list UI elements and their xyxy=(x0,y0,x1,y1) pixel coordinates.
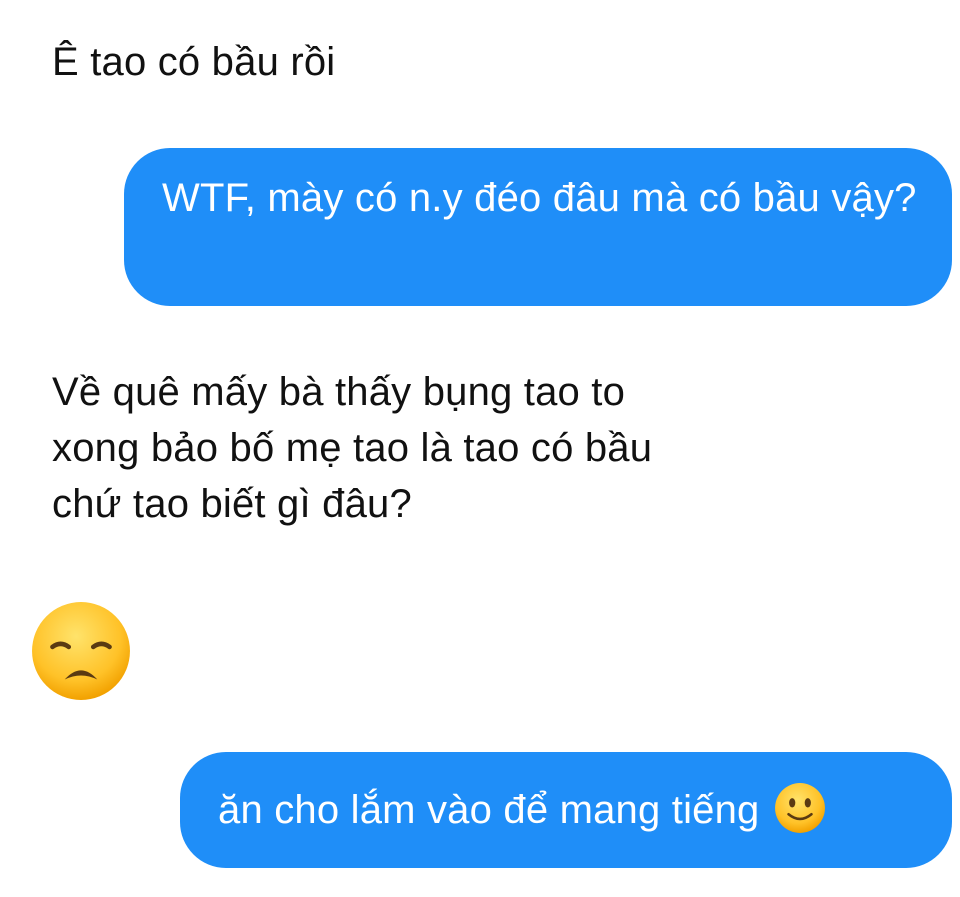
message-text: Ê tao có bầu rồi xyxy=(52,40,336,84)
outgoing-message-bubble[interactable]: WTF, mày có n.y đéo đâu mà có bầu vậy? xyxy=(124,148,952,306)
chat-thread: Ê tao có bầu rồi WTF, mày có n.y đéo đâu… xyxy=(0,0,960,897)
disappointed-face-icon xyxy=(30,600,132,702)
slightly-smiling-face-icon xyxy=(774,782,826,834)
message-text: ăn cho lắm vào để mang tiếng xyxy=(218,788,760,832)
incoming-message: Về quê mấy bà thấy bụng tao to xong bảo … xyxy=(52,364,812,532)
message-text: Về quê mấy bà thấy bụng tao to xong bảo … xyxy=(52,370,653,526)
outgoing-message-bubble[interactable]: ăn cho lắm vào để mang tiếng xyxy=(180,752,952,868)
message-text: WTF, mày có n.y đéo đâu mà có bầu vậy? xyxy=(162,176,917,220)
incoming-message: Ê tao có bầu rồi xyxy=(52,34,335,90)
